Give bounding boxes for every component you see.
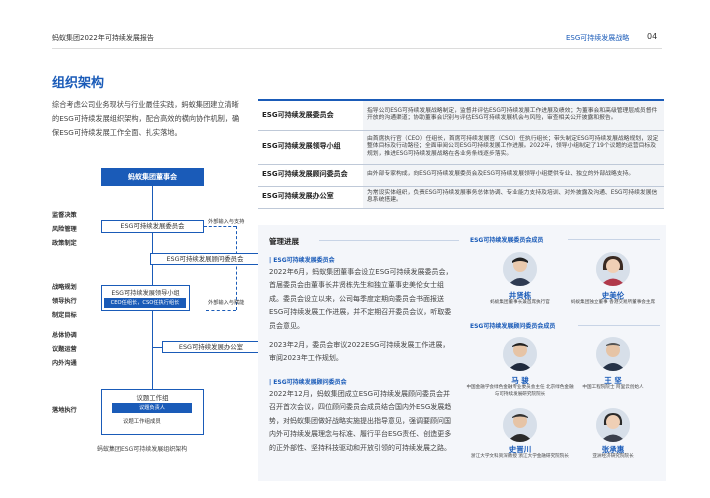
dashed-connector [204, 226, 236, 227]
progress-title: 管理进展 [269, 237, 299, 246]
role-label: 落地执行 [52, 407, 77, 414]
committee-members-heading: ESG可持续发展委员会成员 [470, 237, 544, 244]
connector [152, 347, 162, 348]
table-cell-desc: 为常设实体组织，负责ESG可持续发展事务总体协调、专业能力支持及培训、对外披露及… [363, 186, 664, 209]
workstation-members: 议题工作组成员 [123, 419, 161, 425]
page-number: 04 [647, 32, 658, 41]
office-box: ESG可持续发展办公室 [162, 341, 260, 353]
person-icon [503, 252, 537, 286]
connector [152, 186, 153, 220]
progress-paragraph: 2022年6月，蚂蚁集团董事会设立ESG可持续发展委员会，首届委员会由董事长井贤… [269, 268, 453, 330]
role-label: 政策制定 [52, 240, 77, 247]
table-cell-desc: 由外部专家构成，向ESG可持续发展委员会及ESG可持续发展领导小组提供专业、独立… [363, 164, 664, 187]
role-label: 战略规划 [52, 284, 77, 291]
progress-subtitle: | ESG可持续发展委员会 [269, 257, 335, 264]
role-label: 领导执行 [52, 298, 77, 305]
member-photo [503, 408, 537, 442]
workstation-label: 议题工作组 [136, 394, 169, 402]
progress-paragraph: 2023年2月，委员会审议2022ESG可持续发展工作进展，审阅2023年工作规… [269, 341, 450, 363]
role-label: 内外沟通 [52, 360, 77, 367]
connector [152, 311, 153, 389]
table-cell-name: ESG可持续发展顾问委员会 [258, 164, 363, 187]
heading-divider [578, 325, 660, 326]
person-icon [596, 408, 630, 442]
intro-paragraph: 综合考虑公司业务现状与行业最佳实践，蚂蚁集团建立清晰的ESG可持续发展组织架构，… [52, 100, 240, 137]
title-divider [319, 240, 459, 241]
report-title: 蚂蚁集团2022年可持续发展报告 [52, 34, 154, 42]
progress-paragraph: 2022年12月，蚂蚁集团成立ESG可持续发展顾问委员会并召开首次会议，四位顾问… [269, 390, 452, 452]
committee-box: ESG可持续发展委员会 [101, 220, 204, 233]
dashed-connector [236, 226, 237, 310]
member-photo [596, 252, 630, 286]
table-cell-name: ESG可持续发展办公室 [258, 186, 363, 209]
workstation-lead: 议题负责人 [112, 403, 192, 413]
advisory-box: ESG可持续发展顾问委员会 [150, 253, 260, 265]
leading-group-label: ESG可持续发展领导小组 [111, 290, 180, 297]
arrow-label: 外部输入与支持 [208, 219, 245, 225]
person-icon [596, 337, 630, 371]
member-role: 亚洲经济研究院院长 [592, 454, 634, 459]
table-cell-desc: 指导公司ESG可持续发展战略制定，监督并评估ESG可持续发展工作进展及绩效；为董… [363, 99, 664, 131]
chapter-title: ESG可持续发展战略 [566, 34, 630, 42]
role-label: 制定目标 [52, 312, 77, 319]
dashed-connector [206, 310, 236, 311]
member-role: 中国工程院院士 阿里云创始人 [582, 385, 644, 390]
role-label: 总体协调 [52, 332, 77, 339]
person-icon [596, 252, 630, 286]
leading-group-sub: CEO任组长，CSO任执行组长 [104, 298, 186, 308]
board-box: 蚂蚁集团董事会 [101, 168, 204, 186]
progress-subtitle-text: ESG可持续发展顾问委员会 [273, 379, 347, 386]
member-photo [596, 408, 630, 442]
member-photo [503, 252, 537, 286]
progress-subtitle: | ESG可持续发展顾问委员会 [269, 379, 347, 386]
heading-divider [568, 239, 660, 240]
person-icon [503, 408, 537, 442]
role-label: 监督决策 [52, 212, 77, 219]
arrow-label: 外部输入与赋能 [208, 300, 245, 306]
table-cell-name: ESG可持续发展委员会 [258, 99, 363, 131]
progress-subtitle-text: ESG可持续发展委员会 [273, 257, 335, 264]
advisory-members-heading: ESG可持续发展顾问委员会成员 [470, 323, 556, 330]
role-label: 议题运营 [52, 346, 77, 353]
table-row: ESG可持续发展办公室 为常设实体组织，负责ESG可持续发展事务总体协调、专业能… [258, 186, 664, 209]
header-divider [52, 48, 662, 49]
member-role: 蚂蚁集团独立董事 香港交易所董事会主席 [570, 300, 656, 305]
table-row: ESG可持续发展领导小组 由首席执行官（CEO）任组长，首席可持续发展官（CSO… [258, 130, 664, 165]
governance-table: ESG可持续发展委员会 指导公司ESG可持续发展战略制定，监督并评估ESG可持续… [258, 99, 664, 209]
table-row: ESG可持续发展委员会 指导公司ESG可持续发展战略制定，监督并评估ESG可持续… [258, 99, 664, 131]
member-photo [596, 337, 630, 371]
person-icon [503, 337, 537, 371]
role-label: 风险管理 [52, 226, 77, 233]
table-row: ESG可持续发展顾问委员会 由外部专家构成，向ESG可持续发展委员会及ESG可持… [258, 164, 664, 187]
table-cell-desc: 由首席执行官（CEO）任组长，首席可持续发展官（CSO）任执行组长；带头制定ES… [363, 130, 664, 165]
table-cell-name: ESG可持续发展领导小组 [258, 130, 363, 165]
chart-caption: 蚂蚁集团ESG可持续发展组织架构 [97, 446, 188, 453]
section-title: 组织架构 [52, 76, 105, 91]
member-photo [503, 337, 537, 371]
